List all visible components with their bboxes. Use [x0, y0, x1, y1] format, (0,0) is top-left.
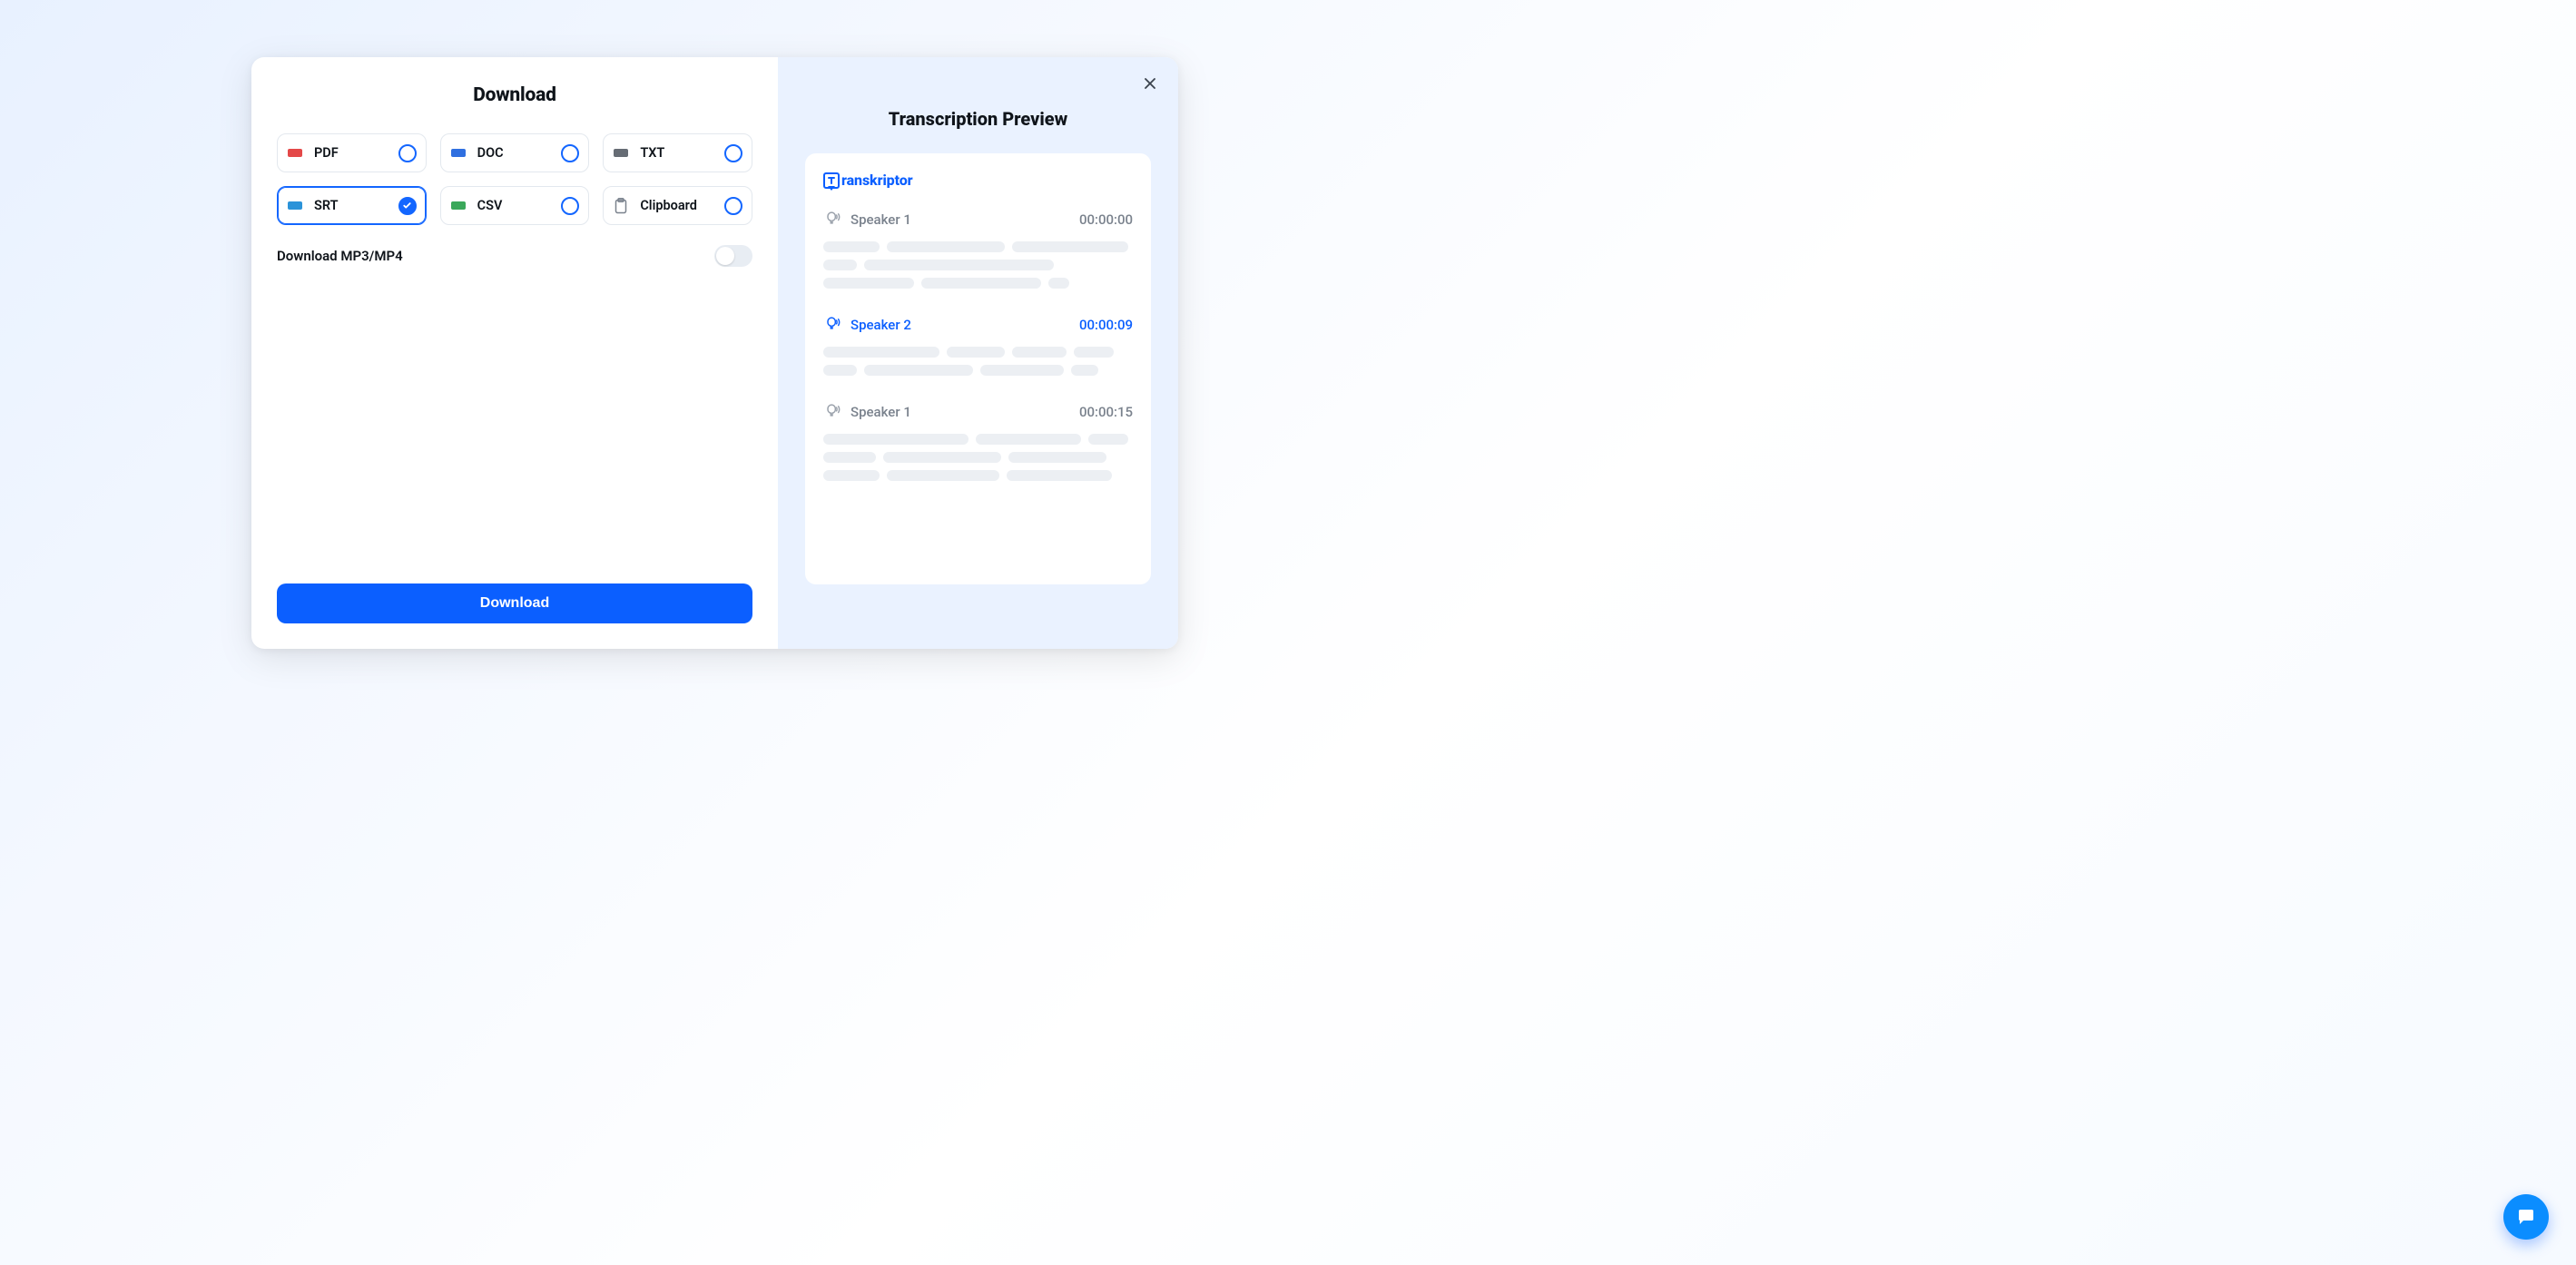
clipboard-file-icon: [613, 200, 629, 212]
segment-header: Speaker 1 00:00:00: [823, 209, 1133, 230]
chat-icon: [2515, 1206, 2537, 1228]
placeholder-lines: [823, 434, 1133, 481]
download-modal: Download PDF DOC TXT SRT CSV Clipboard Downlo…: [251, 57, 1178, 649]
transcript-segment: Speaker 1 00:00:15: [823, 401, 1133, 481]
transcript-segment: Speaker 1 00:00:00: [823, 209, 1133, 289]
download-media-toggle[interactable]: [714, 245, 752, 267]
format-option-csv[interactable]: CSV: [440, 186, 590, 225]
format-label: PDF: [314, 145, 398, 161]
download-media-label: Download MP3/MP4: [277, 248, 403, 264]
download-button[interactable]: Download: [277, 583, 752, 623]
format-radio: [398, 144, 417, 162]
pdf-file-icon: [287, 147, 303, 160]
doc-file-icon: [450, 147, 467, 160]
txt-file-icon: [613, 147, 629, 160]
close-icon: [1143, 76, 1157, 91]
preview-pane: Transcription Preview ranskriptor Speake…: [778, 57, 1178, 649]
format-option-clipboard[interactable]: Clipboard: [603, 186, 752, 225]
timestamp: 00:00:00: [1079, 211, 1133, 228]
transcript-segments: Speaker 100:00:00Speaker 200:00:09Speake…: [823, 209, 1133, 481]
timestamp: 00:00:09: [1079, 317, 1133, 333]
transcript-segment: Speaker 2 00:00:09: [823, 314, 1133, 376]
format-label: TXT: [640, 145, 724, 161]
format-radio: [398, 197, 417, 215]
csv-file-icon: [450, 200, 467, 212]
preview-card: ranskriptor Speaker 1 00:00:00 Speaker 2 00…: [805, 153, 1151, 584]
speaker-name: Speaker 1: [850, 211, 1070, 228]
format-label: Clipboard: [640, 198, 724, 213]
speaker-name: Speaker 2: [850, 317, 1070, 333]
format-radio: [724, 144, 742, 162]
format-label: DOC: [477, 145, 562, 161]
speaker-icon: [823, 314, 841, 336]
format-radio: [561, 144, 579, 162]
format-option-pdf[interactable]: PDF: [277, 133, 427, 172]
brand-logo: ranskriptor: [823, 172, 913, 189]
format-label: SRT: [314, 198, 398, 213]
placeholder-lines: [823, 347, 1133, 376]
brand-text: ranskriptor: [841, 172, 913, 189]
segment-header: Speaker 2 00:00:09: [823, 314, 1133, 336]
chat-fab[interactable]: [2503, 1194, 2549, 1240]
close-button[interactable]: [1138, 72, 1162, 95]
format-option-srt[interactable]: SRT: [277, 186, 427, 225]
brand-mark-icon: [823, 172, 840, 189]
format-option-doc[interactable]: DOC: [440, 133, 590, 172]
srt-file-icon: [287, 200, 303, 212]
format-radio: [561, 197, 579, 215]
download-title: Download: [277, 84, 752, 106]
download-media-row: Download MP3/MP4: [277, 245, 752, 267]
toggle-knob: [716, 247, 734, 265]
speaker-name: Speaker 1: [850, 404, 1070, 420]
download-pane: Download PDF DOC TXT SRT CSV Clipboard Downlo…: [251, 57, 778, 649]
format-option-txt[interactable]: TXT: [603, 133, 752, 172]
segment-header: Speaker 1 00:00:15: [823, 401, 1133, 423]
placeholder-lines: [823, 241, 1133, 289]
preview-title: Transcription Preview: [805, 108, 1151, 130]
timestamp: 00:00:15: [1079, 404, 1133, 420]
speaker-icon: [823, 209, 841, 230]
format-radio: [724, 197, 742, 215]
format-grid: PDF DOC TXT SRT CSV Clipboard: [277, 133, 752, 225]
speaker-icon: [823, 401, 841, 423]
format-label: CSV: [477, 198, 562, 213]
